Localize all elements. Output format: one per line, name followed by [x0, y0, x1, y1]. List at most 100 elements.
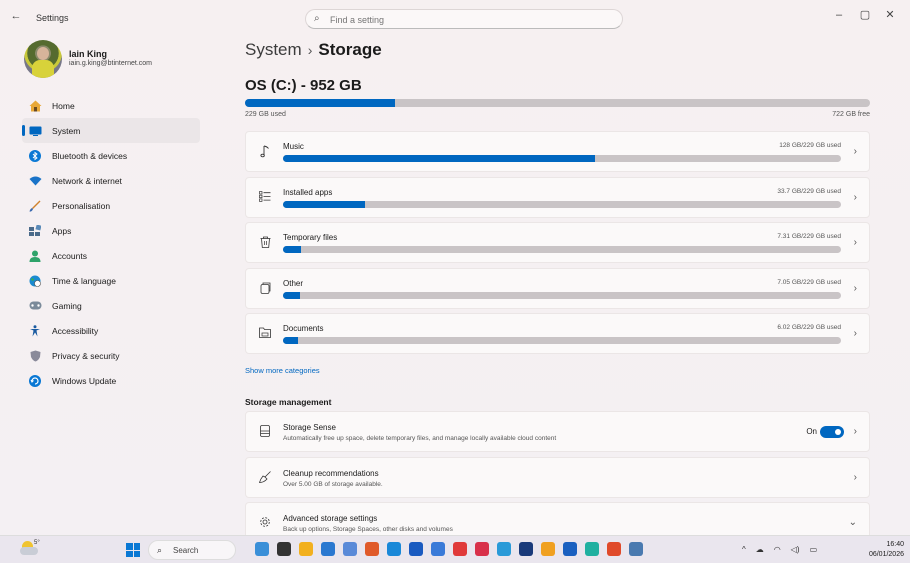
sidebar-item-label: Apps	[52, 225, 72, 236]
sidebar-item-privacy[interactable]: Privacy & security	[22, 343, 200, 368]
category-music[interactable]: Music 128 GB/229 GB used ›	[245, 131, 870, 172]
search-icon: ⌕	[157, 545, 163, 555]
cleanup-recommendations-card[interactable]: Cleanup recommendations Over 5.00 GB of …	[245, 457, 870, 498]
taskbar-app-icon[interactable]	[277, 542, 291, 556]
gamepad-icon	[28, 299, 42, 313]
battery-icon[interactable]: ▭	[810, 545, 818, 554]
other-files-icon	[258, 282, 272, 296]
search-input[interactable]	[330, 13, 610, 26]
taskbar-app-icon[interactable]	[629, 542, 643, 556]
show-more-categories-link[interactable]: Show more categories	[245, 366, 320, 375]
chevron-right-icon: ›	[853, 192, 857, 203]
taskbar-app-icon[interactable]	[431, 542, 445, 556]
cloud-icon[interactable]: ☁	[756, 545, 764, 554]
brush-icon	[28, 199, 42, 213]
maximize-button[interactable]: ▢	[852, 6, 878, 24]
active-indicator	[22, 125, 25, 136]
category-bar	[283, 201, 841, 208]
page-title: Storage	[318, 40, 382, 59]
sidebar-item-label: Home	[52, 100, 75, 111]
taskbar-app-icon[interactable]	[475, 542, 489, 556]
taskbar-app-icon[interactable]	[607, 542, 621, 556]
weather-widget[interactable]: 5°	[20, 540, 40, 557]
sidebar-item-label: Privacy & security	[52, 350, 120, 361]
taskbar-app-icon[interactable]	[453, 542, 467, 556]
category-installed-apps[interactable]: Installed apps 33.7 GB/229 GB used ›	[245, 177, 870, 218]
taskbar-app-icon[interactable]	[563, 542, 577, 556]
gear-icon	[258, 516, 272, 530]
category-label: Other	[283, 279, 304, 288]
broom-icon	[258, 471, 272, 485]
sidebar-item-windows-update[interactable]: Windows Update	[22, 368, 200, 393]
taskbar-app-icon[interactable]	[321, 542, 335, 556]
category-bar-fill	[283, 201, 366, 208]
wifi-icon[interactable]: ◠	[774, 545, 781, 554]
taskbar-app-icon[interactable]	[365, 542, 379, 556]
home-icon	[28, 99, 42, 113]
system-icon	[28, 124, 42, 138]
category-other[interactable]: Other 7.05 GB/229 GB used ›	[245, 268, 870, 309]
breadcrumb-separator: ›	[307, 42, 313, 58]
close-button[interactable]: ✕	[877, 6, 903, 24]
sidebar-item-label: Accessibility	[52, 325, 99, 336]
app-title: Settings	[36, 13, 69, 23]
sidebar-item-accessibility[interactable]: Accessibility	[22, 318, 200, 343]
chevron-right-icon: ›	[853, 283, 857, 294]
search-box[interactable]: ⌕	[305, 9, 623, 29]
taskbar-app-icon[interactable]	[497, 542, 511, 556]
category-value: 7.05 GB/229 GB used	[777, 279, 841, 286]
search-icon: ⌕	[314, 13, 320, 24]
advanced-storage-settings-card[interactable]: Advanced storage settings Back up option…	[245, 502, 870, 535]
storage-sense-toggle[interactable]	[820, 426, 844, 438]
taskbar-app-icon[interactable]	[255, 542, 269, 556]
breadcrumb-parent[interactable]: System	[245, 40, 302, 59]
chevron-right-icon: ›	[853, 426, 857, 437]
sidebar-item-time-language[interactable]: Time & language	[22, 268, 200, 293]
sidebar-item-apps[interactable]: Apps	[22, 218, 200, 243]
sidebar-item-accounts[interactable]: Accounts	[22, 243, 200, 268]
cleanup-description: Over 5.00 GB of storage available.	[283, 481, 383, 488]
taskbar-app-icon[interactable]	[387, 542, 401, 556]
sidebar-item-bluetooth[interactable]: Bluetooth & devices	[22, 143, 200, 168]
sidebar-item-label: Time & language	[52, 275, 116, 286]
taskbar-app-icon[interactable]	[409, 542, 423, 556]
sidebar-item-label: Gaming	[52, 300, 82, 311]
sidebar-item-label: Bluetooth & devices	[52, 150, 128, 161]
taskbar-search[interactable]: ⌕ Search	[148, 540, 236, 560]
drive-free-label: 722 GB free	[832, 111, 870, 118]
folder-icon	[258, 327, 272, 341]
taskbar-app-icon[interactable]	[343, 542, 357, 556]
music-note-icon	[258, 145, 272, 159]
back-button[interactable]: ←	[6, 10, 26, 26]
title-bar: ← Settings ⌕ – ▢ ✕	[0, 0, 910, 36]
taskbar-clock[interactable]: 16:40 06/01/2026	[869, 540, 904, 560]
sidebar-item-network[interactable]: Network & internet	[22, 168, 200, 193]
storage-sense-card[interactable]: Storage Sense Automatically free up spac…	[245, 411, 870, 452]
taskbar-app-icon[interactable]	[585, 542, 599, 556]
minimize-button[interactable]: –	[826, 6, 852, 24]
category-documents[interactable]: Documents 6.02 GB/229 GB used ›	[245, 313, 870, 354]
clock-date: 06/01/2026	[868, 551, 904, 558]
category-label: Installed apps	[283, 188, 333, 197]
chevron-up-icon[interactable]: ^	[742, 545, 746, 554]
taskbar-search-label: Search	[173, 546, 199, 555]
system-tray: ^ ☁ ◠ ◁) ▭	[742, 545, 817, 554]
taskbar-pinned-apps	[255, 542, 643, 556]
taskbar-app-icon[interactable]	[541, 542, 555, 556]
breadcrumb: System › Storage	[245, 40, 382, 60]
taskbar-app-icon[interactable]	[299, 542, 313, 556]
volume-icon[interactable]: ◁)	[791, 545, 800, 554]
start-button[interactable]	[126, 543, 140, 557]
shield-icon	[28, 349, 42, 363]
sidebar-item-home[interactable]: Home	[22, 93, 200, 118]
category-temporary-files[interactable]: Temporary files 7.31 GB/229 GB used ›	[245, 222, 870, 263]
taskbar-app-icon[interactable]	[519, 542, 533, 556]
chevron-right-icon: ›	[853, 237, 857, 248]
sidebar-item-personalisation[interactable]: Personalisation	[22, 193, 200, 218]
category-bar-fill	[283, 292, 301, 299]
sidebar-item-system[interactable]: System	[22, 118, 200, 143]
accessibility-icon	[28, 324, 42, 338]
chevron-down-icon: ⌄	[848, 517, 857, 528]
sidebar-item-gaming[interactable]: Gaming	[22, 293, 200, 318]
trash-icon	[258, 236, 272, 250]
